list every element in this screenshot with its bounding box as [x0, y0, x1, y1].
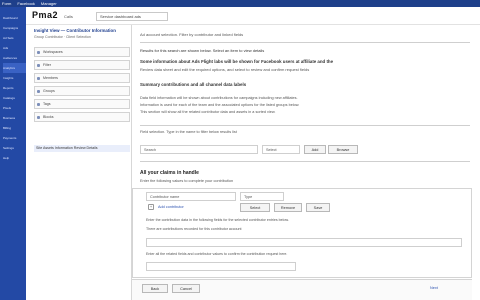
tag-icon: [37, 103, 40, 106]
contribution-input[interactable]: [146, 238, 462, 247]
panel-row-groups[interactable]: Groups: [34, 86, 130, 96]
app-logo: Pma2: [32, 10, 59, 20]
sidebar-item-audiences[interactable]: Audiences: [3, 53, 26, 63]
sidebar-item-payments[interactable]: Payments: [3, 133, 26, 143]
sidebar-item-ads[interactable]: Ads: [3, 43, 26, 53]
divider: [140, 161, 470, 162]
menu-item-facebook[interactable]: Facebook: [17, 1, 35, 6]
panel-row-workspaces[interactable]: Workspaces: [34, 47, 130, 57]
panel-row-label: Groups: [43, 89, 55, 93]
main-section-heading: Summary contributions and all channel da…: [140, 82, 247, 87]
sidebar: Dashboard Campaigns Ad Sets Ads Audience…: [0, 7, 26, 300]
divider: [140, 42, 470, 43]
next-link[interactable]: Next: [430, 286, 460, 290]
sidebar-item-help[interactable]: Help: [3, 153, 26, 163]
contributor-name-field[interactable]: Contributor name: [146, 192, 236, 201]
filter-icon: [37, 64, 40, 67]
panel-row-filter[interactable]: Filter: [34, 60, 130, 70]
sidebar-item-reports[interactable]: Reports: [3, 83, 26, 93]
breadcrumb[interactable]: Service dashboard ads: [96, 12, 168, 21]
search-input[interactable]: Search: [140, 145, 258, 154]
select-dropdown[interactable]: Select: [262, 145, 300, 154]
type-field[interactable]: Type: [240, 192, 284, 201]
add-contributor-link[interactable]: Add contributor: [158, 205, 238, 209]
form-help-text-2: There are contributions recorded for thi…: [146, 227, 242, 231]
sidebar-item-pixels[interactable]: Pixels: [3, 103, 26, 113]
form-subtitle: Enter the following values to complete y…: [140, 179, 234, 183]
panel-row-tags[interactable]: Tags: [34, 99, 130, 109]
main-line-4: Review data sheet and edit the required …: [140, 67, 310, 72]
add-icon[interactable]: +: [148, 204, 154, 210]
panel-row-label: Workspaces: [43, 50, 63, 54]
secondary-panel: Insight View — Contributor Information G…: [28, 25, 132, 300]
main-paragraph-3: This section will show all the related c…: [140, 110, 276, 114]
form-help-text: Enter the contribution data in the follo…: [146, 218, 289, 222]
panel-selected-item[interactable]: Site Assets Information Review Details: [34, 145, 130, 152]
block-icon: [37, 116, 40, 119]
remove-button[interactable]: Remove: [274, 203, 302, 212]
sidebar-item-adsets[interactable]: Ad Sets: [3, 33, 26, 43]
sidebar-item-catalogs[interactable]: Catalogs: [3, 93, 26, 103]
sidebar-item-analytics[interactable]: Analytics: [3, 63, 26, 73]
sidebar-item-business[interactable]: Business: [3, 113, 26, 123]
panel-row-label: Blocks: [43, 115, 54, 119]
header-label: Calls: [64, 14, 73, 19]
panel-subtitle: Group Contributor · Client Selection: [34, 35, 91, 39]
main-paragraph-1: Data field information will be shown abo…: [140, 96, 298, 100]
add-button[interactable]: Add: [304, 145, 326, 154]
top-menu-bar: Form Facebook Manager: [0, 0, 480, 7]
sidebar-item-campaigns[interactable]: Campaigns: [3, 23, 26, 33]
panel-row-members[interactable]: Members: [34, 73, 130, 83]
filter-note: Field selection. Type in the name to fil…: [140, 130, 237, 134]
groups-icon: [37, 90, 40, 93]
main-paragraph-2: Information is used for each of the team…: [140, 103, 300, 107]
save-button[interactable]: Save: [306, 203, 330, 212]
panel-title: Insight View — Contributor Information: [34, 28, 116, 33]
main-line-3: Some information about Ads Flight labs w…: [140, 59, 334, 64]
cancel-button[interactable]: Cancel: [172, 284, 200, 293]
panel-row-blocks[interactable]: Blocks: [34, 112, 130, 122]
main-line-2: Results for this search are shown below.…: [140, 48, 265, 53]
members-icon: [37, 77, 40, 80]
menu-item-manager[interactable]: Manager: [41, 1, 57, 6]
menu-item-form[interactable]: Form: [2, 1, 11, 6]
sidebar-item-settings[interactable]: Settings: [3, 143, 26, 153]
form-footer-text: Enter all the related fields and contrib…: [146, 252, 288, 256]
back-button[interactable]: Back: [142, 284, 168, 293]
status-select[interactable]: Select: [240, 203, 270, 212]
panel-row-label: Filter: [43, 63, 51, 67]
main-line-1: Ad account selection. Filter by contribu…: [140, 32, 244, 37]
panel-row-label: Tags: [43, 102, 51, 106]
panel-row-label: Members: [43, 76, 58, 80]
form-title: All your claims in handle: [140, 170, 199, 176]
sidebar-item-insights[interactable]: Insights: [3, 73, 26, 83]
browse-button[interactable]: Browse: [328, 145, 358, 154]
secondary-input[interactable]: [146, 262, 296, 271]
workspace-icon: [37, 51, 40, 54]
divider: [140, 125, 470, 126]
sidebar-item-dashboard[interactable]: Dashboard: [3, 13, 26, 23]
sidebar-item-billing[interactable]: Billing: [3, 123, 26, 133]
